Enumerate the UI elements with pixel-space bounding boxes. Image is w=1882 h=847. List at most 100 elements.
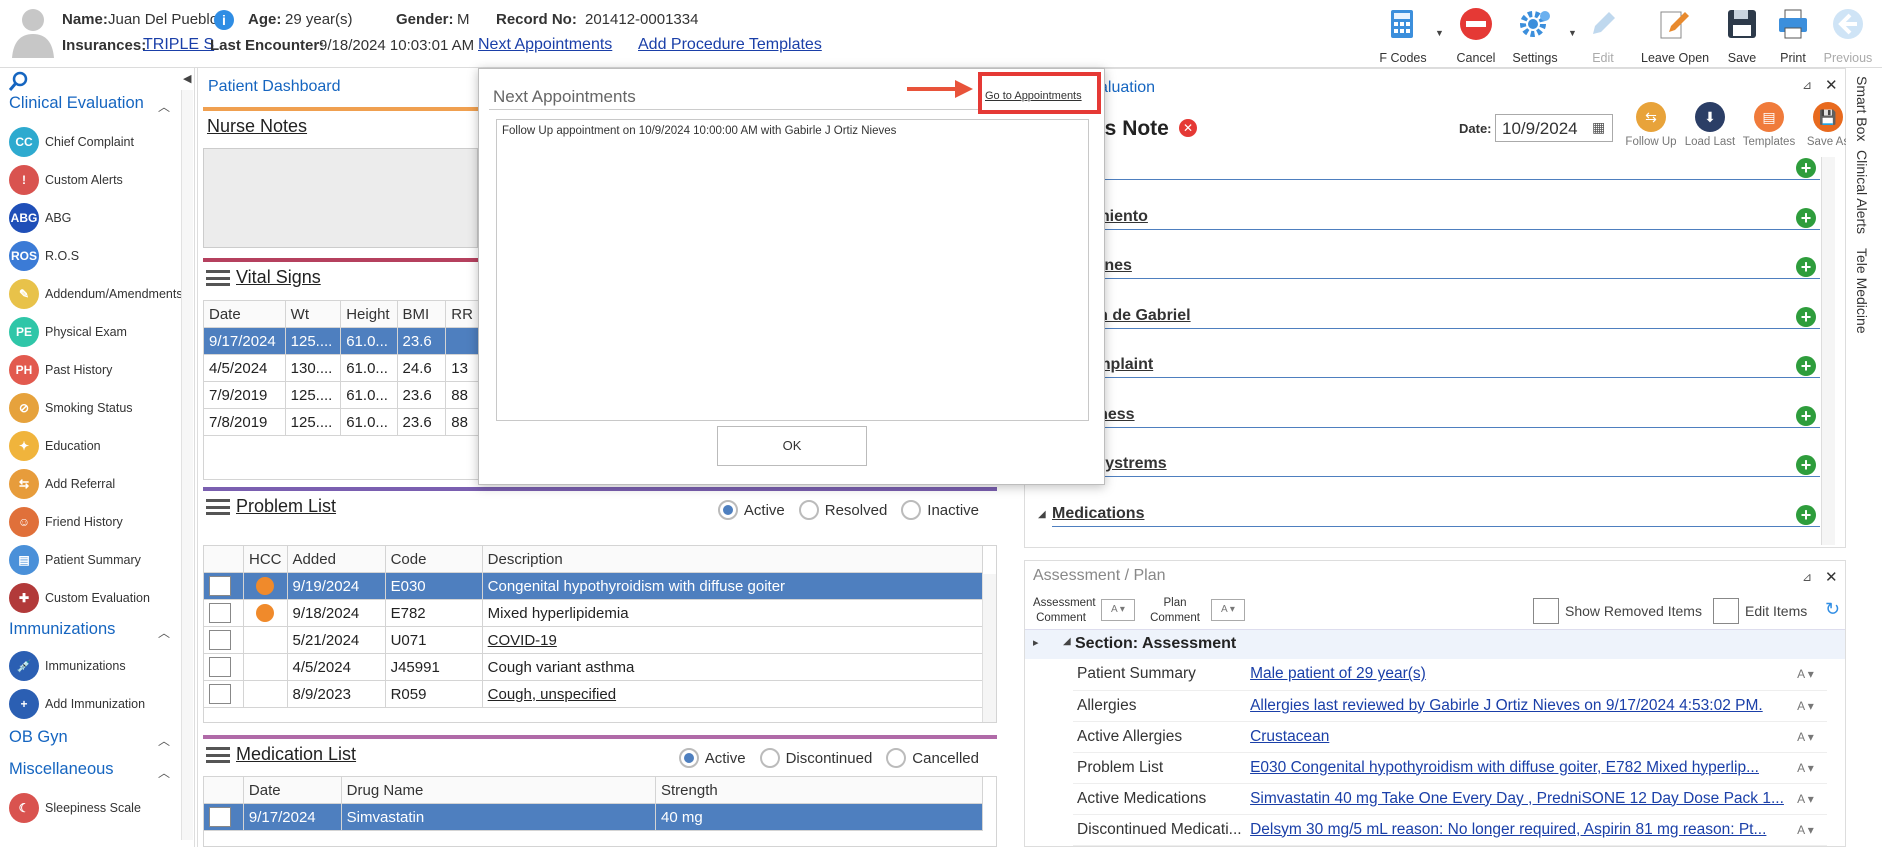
cancel-button[interactable]: Cancel (1446, 4, 1506, 65)
note-section-title[interactable]: t Illness (1075, 406, 1843, 426)
sidebar-item[interactable]: CC Chief Complaint (9, 126, 134, 158)
row-select-cell[interactable] (204, 803, 244, 831)
format-dropdown-icon[interactable]: A ▾ (1783, 721, 1827, 753)
nurse-notes-title[interactable]: Nurse Notes (207, 116, 307, 137)
table-row[interactable]: 4/5/2024 J45991 Cough variant asthma (204, 653, 984, 681)
sidebar-item[interactable]: ✎ Addendum/Amendments (9, 278, 183, 310)
medication-column-header[interactable]: Strength (655, 777, 983, 804)
calendar-icon[interactable]: ▦ (1592, 119, 1605, 136)
format-dropdown-icon[interactable]: A ▾ (1783, 659, 1827, 691)
assessment-comment-format-button[interactable]: A ▾ (1101, 599, 1135, 621)
assessment-row[interactable]: Allergies Allergies last reviewed by Gabi… (1073, 690, 1827, 722)
sidebar-item[interactable]: ABG ABG (9, 202, 71, 234)
filter-radio[interactable] (901, 500, 922, 520)
assessment-row[interactable]: Discontinued Medicati... Delsym 30 mg/5 m… (1073, 814, 1827, 846)
row-select-cell[interactable] (204, 599, 245, 627)
row-select-cell[interactable] (204, 572, 245, 600)
description-cell[interactable]: COVID-19 (481, 626, 984, 654)
problem-list-title[interactable]: Problem List (236, 496, 336, 517)
add-section-icon[interactable]: + (1796, 504, 1816, 525)
section-assessment-row[interactable]: ▸ ◢ Section: Assessment (1025, 629, 1845, 659)
add-section-icon[interactable]: + (1796, 405, 1816, 426)
sidebar-scrollbar[interactable] (181, 90, 193, 840)
problem-column-header[interactable]: HCC (243, 546, 288, 573)
assessment-value[interactable]: Simvastatin 40 mg Take One Every Day , P… (1250, 783, 1784, 815)
expand-icon[interactable]: ▸ (1033, 636, 1039, 649)
note-section-title[interactable]: Medications (1052, 505, 1820, 525)
clinical-alerts-tab[interactable]: Clinical Alerts (1854, 150, 1870, 234)
row-checkbox[interactable] (209, 684, 231, 704)
problem-column-header[interactable]: Added (286, 546, 386, 573)
previous-button[interactable]: Previous (1818, 4, 1878, 65)
note-section-title[interactable]: rtamiento (1075, 208, 1843, 228)
close-icon[interactable]: ✕ (1825, 568, 1838, 586)
note-section-title[interactable]: of Systrems (1075, 455, 1843, 475)
go-to-appointments-link[interactable]: Go to Appointments (985, 90, 1082, 102)
chevron-up-icon[interactable]: ︿ (158, 732, 170, 749)
assessment-value[interactable]: Crustacean (1250, 721, 1784, 753)
note-action-button[interactable]: ⇆ Follow Up (1621, 102, 1681, 148)
assessment-value[interactable]: Male patient of 29 year(s) (1250, 659, 1784, 691)
add-section-icon[interactable]: + (1796, 356, 1816, 376)
table-row[interactable]: 9/18/2024 E782 Mixed hyperlipidemia (204, 599, 984, 627)
print-button[interactable]: Print (1763, 4, 1823, 65)
remove-note-icon[interactable]: ✕ (1179, 119, 1197, 137)
filter-radio[interactable] (717, 500, 738, 520)
assessment-row[interactable]: Active Allergies Crustacean A ▾ (1073, 721, 1827, 753)
collapse-sidebar-icon[interactable]: ◀ (183, 72, 191, 85)
note-action-button[interactable]: ⬇ Load Last (1680, 102, 1740, 148)
sidebar-item[interactable]: PE Physical Exam (9, 316, 127, 348)
pin-icon[interactable]: ⊿ (1802, 570, 1812, 584)
row-select-cell[interactable] (204, 680, 245, 708)
fcodes-dropdown-icon[interactable]: ▼ (1435, 28, 1444, 38)
note-section-title[interactable]: es (1075, 158, 1843, 178)
edit-button[interactable]: Edit (1573, 4, 1633, 65)
row-select-cell[interactable] (204, 626, 245, 654)
menu-icon[interactable] (206, 270, 230, 286)
show-removed-checkbox[interactable] (1533, 598, 1559, 624)
miscellaneous-header[interactable]: Miscellaneous (9, 760, 114, 779)
format-dropdown-icon[interactable]: A ▾ (1783, 814, 1827, 846)
next-appointments-link[interactable]: Next Appointments (478, 36, 612, 54)
add-section-icon[interactable]: + (1796, 455, 1816, 475)
filter-radio[interactable] (678, 748, 699, 768)
vital-signs-title[interactable]: Vital Signs (236, 267, 321, 288)
search-icon[interactable] (8, 70, 30, 92)
collapse-icon[interactable]: ◢ (1063, 636, 1071, 647)
sidebar-item[interactable]: ! Custom Alerts (9, 164, 123, 196)
note-section-title[interactable]: ción de Gabriel (1075, 307, 1843, 327)
date-field[interactable]: 10/9/2024 ▦ (1495, 114, 1613, 142)
add-section-icon[interactable]: + (1796, 207, 1816, 228)
problem-scrollbar[interactable] (982, 574, 996, 722)
immunizations-header[interactable]: Immunizations (9, 620, 115, 639)
add-section-icon[interactable]: + (1796, 158, 1816, 178)
tele-medicine-tab[interactable]: Tele Medicine (1854, 248, 1870, 334)
sidebar-item[interactable]: PH Past History (9, 354, 112, 386)
note-section-title[interactable]: ptiones (1075, 257, 1843, 277)
medication-column-header[interactable]: Date (242, 777, 342, 804)
medication-list-title[interactable]: Medication List (236, 744, 356, 765)
note-action-button[interactable]: ▤ Templates (1739, 102, 1799, 148)
table-row[interactable]: 9/19/2024 E030 Congenital hypothyroidism w… (204, 572, 984, 600)
format-dropdown-icon[interactable]: A ▾ (1783, 690, 1827, 722)
assessment-row[interactable]: Patient Summary Male patient of 29 year(s… (1073, 659, 1827, 691)
plan-comment-format-button[interactable]: A ▾ (1211, 599, 1245, 621)
problem-column-header[interactable]: Code (384, 546, 483, 573)
sidebar-item[interactable]: ROS R.O.S (9, 240, 79, 272)
edit-items-checkbox[interactable] (1713, 598, 1739, 624)
problem-column-header[interactable]: Description (481, 546, 984, 573)
sidebar-item[interactable]: 💉 Immunizations (9, 650, 126, 682)
settings-button[interactable]: Settings (1505, 4, 1565, 65)
sidebar-item[interactable]: + Add Immunization (9, 688, 145, 720)
clinical-evaluation-header[interactable]: Clinical Evaluation (9, 94, 144, 113)
sidebar-item[interactable]: ⊘ Smoking Status (9, 392, 133, 424)
filter-radio[interactable] (759, 748, 780, 768)
leave-open-button[interactable]: Leave Open (1641, 4, 1709, 65)
add-section-icon[interactable]: + (1796, 306, 1816, 327)
sidebar-item[interactable]: ✦ Education (9, 430, 101, 462)
row-checkbox[interactable] (209, 630, 231, 650)
row-checkbox[interactable] (209, 657, 231, 677)
sidebar-item[interactable]: ☺ Friend History (9, 506, 123, 538)
obgyn-header[interactable]: OB Gyn (9, 728, 68, 747)
table-row[interactable]: 5/21/2024 U071 COVID-19 (204, 626, 984, 654)
